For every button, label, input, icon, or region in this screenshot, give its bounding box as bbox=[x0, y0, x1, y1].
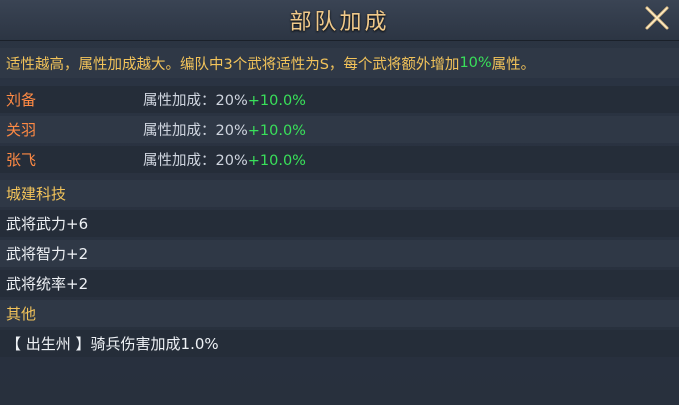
close-icon bbox=[645, 6, 669, 30]
hero-name: 刘备 bbox=[6, 91, 37, 109]
close-button[interactable] bbox=[643, 4, 671, 32]
hero-attribute: 属性加成：20%+10.0% bbox=[143, 89, 306, 110]
hero-attribute: 属性加成：20%+10.0% bbox=[143, 149, 306, 170]
description-row: 适性越高，属性加成越大。编队中3个武将适性为S，每个武将额外增加 10% 属性。 bbox=[0, 48, 679, 78]
attribute-bonus: +10.0% bbox=[247, 153, 306, 169]
hero-row: 关羽 属性加成：20%+10.0% bbox=[0, 116, 679, 143]
title-bar: 部队加成 bbox=[0, 0, 679, 41]
attribute-label: 属性加成：20% bbox=[143, 123, 248, 139]
troop-bonus-panel: 部队加成 适性越高，属性加成越大。编队中3个武将适性为S，每个武将额外增加 10%… bbox=[0, 0, 679, 405]
attribute-bonus: +10.0% bbox=[247, 123, 306, 139]
description-suffix: 属性。 bbox=[491, 56, 536, 73]
section-header-city-tech: 城建科技 bbox=[0, 180, 679, 207]
hero-row: 张飞 属性加成：20%+10.0% bbox=[0, 146, 679, 173]
panel-title: 部队加成 bbox=[289, 10, 390, 35]
city-tech-item: 武将统率+2 bbox=[0, 270, 679, 297]
other-item: 【 出生州 】骑兵伤害加成1.0% bbox=[0, 330, 679, 357]
attribute-bonus: +10.0% bbox=[247, 93, 306, 109]
hero-row: 刘备 属性加成：20%+10.0% bbox=[0, 86, 679, 113]
city-tech-item: 武将武力+6 bbox=[0, 210, 679, 237]
section-header-other: 其他 bbox=[0, 300, 679, 327]
description-highlight: 10% bbox=[459, 55, 492, 71]
description-text: 适性越高，属性加成越大。编队中3个武将适性为S，每个武将额外增加 bbox=[6, 56, 460, 73]
hero-name: 张飞 bbox=[6, 151, 37, 169]
hero-name: 关羽 bbox=[6, 121, 37, 139]
attribute-label: 属性加成：20% bbox=[143, 93, 248, 109]
attribute-label: 属性加成：20% bbox=[143, 153, 248, 169]
city-tech-item: 武将智力+2 bbox=[0, 240, 679, 267]
hero-attribute: 属性加成：20%+10.0% bbox=[143, 119, 306, 140]
